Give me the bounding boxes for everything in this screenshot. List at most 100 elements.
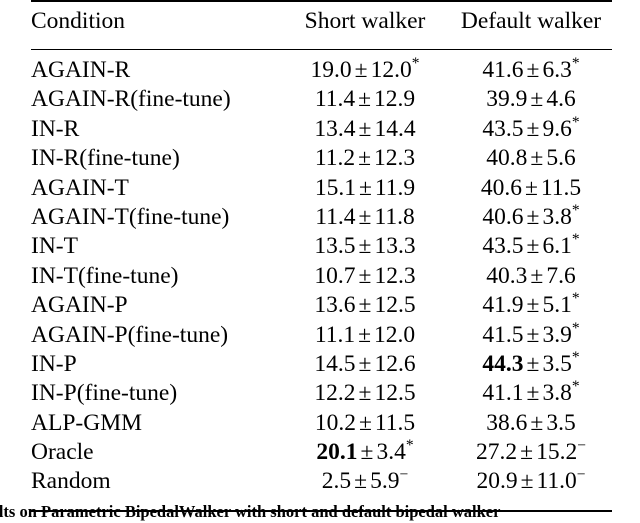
plus-minus-sign: ±: [530, 86, 544, 113]
value-mean: 13.5: [314, 233, 356, 260]
cell-default-walker: 39.9 ±4.6: [450, 88, 612, 117]
value-cell: 41.6 ±6.3*: [482, 56, 579, 83]
value-std: 12.0: [370, 57, 412, 83]
significance-marker: *: [571, 55, 580, 73]
value-mean: 43.5: [482, 115, 524, 142]
value-std: 11.8: [374, 203, 415, 230]
table-row: AGAIN-P 13.6 ±12.5 41.9 ±5.1*: [31, 291, 612, 323]
value-cell: 41.1 ±3.8*: [482, 379, 579, 407]
value-std: 6.1: [542, 233, 572, 260]
cell-short-walker: 15.1 ±11.9: [280, 174, 450, 206]
value-cell: 20.9 ±11.0−: [476, 466, 586, 495]
plus-minus-sign: ±: [358, 380, 372, 407]
table-row: IN-P 14.5 ±12.6 44.3 ±3.5*: [31, 350, 612, 382]
cell-default-walker: 44.3 ±3.5*: [450, 350, 612, 382]
value-std: 5.6: [546, 145, 576, 172]
row-label-condition: Oracle: [31, 439, 94, 466]
column-header-short-walker: Short walker: [304, 8, 426, 34]
table-row: IN-P(fine-tune) 12.2 ±12.5 41.1 ±3.8*: [31, 379, 612, 411]
significance-marker: *: [571, 231, 580, 249]
plus-minus-sign: ±: [358, 292, 372, 319]
value-cell: 14.5 ±12.6: [314, 350, 416, 377]
value-mean: 40.6: [480, 174, 522, 201]
table-header-row: Condition Short walker Default walker: [31, 2, 612, 50]
value-mean: 13.4: [314, 115, 356, 142]
value-std: 14.4: [374, 115, 416, 142]
value-std: 12.0: [374, 321, 416, 348]
plus-minus-sign: ±: [354, 57, 368, 83]
cell-short-walker: 11.4 ±12.9: [280, 88, 450, 117]
plus-minus-sign: ±: [358, 409, 372, 436]
plus-minus-sign: ±: [358, 86, 372, 113]
value-mean: 41.1: [482, 380, 524, 407]
table-row: IN-R 13.4 ±14.4 43.5 ±9.6*: [31, 115, 612, 147]
value-std: 6.3: [542, 57, 572, 83]
plus-minus-sign: ±: [526, 380, 540, 407]
value-mean: 11.4: [315, 203, 356, 230]
value-std: 11.5: [540, 174, 582, 201]
cell-default-walker: 27.2 ±15.2−: [450, 438, 612, 470]
value-cell: 11.1 ±12.0: [314, 321, 416, 348]
value-std: 5.9: [370, 468, 400, 495]
value-mean: 10.2: [314, 409, 356, 436]
cell-default-walker: 40.6 ±3.8*: [450, 203, 612, 235]
plus-minus-sign: ±: [530, 145, 544, 172]
value-std: 5.1: [542, 292, 572, 319]
plus-minus-sign: ±: [358, 350, 372, 377]
value-std: 13.3: [374, 233, 416, 260]
value-std: 11.9: [374, 174, 416, 201]
significance-marker: −: [576, 466, 586, 484]
value-std: 12.5: [374, 292, 416, 319]
value-cell: 44.3 ±3.5*: [482, 350, 579, 377]
cell-default-walker: 41.5 ±3.9*: [450, 320, 612, 353]
value-cell: 15.1 ±11.9: [315, 174, 416, 201]
row-label-condition: IN-T(fine-tune): [31, 262, 179, 289]
value-cell: 11.2 ±12.3: [315, 146, 415, 171]
value-mean: 40.3: [486, 262, 528, 289]
row-label-condition: IN-T: [31, 233, 78, 260]
value-std: 12.6: [374, 350, 416, 377]
plus-minus-sign: ±: [358, 203, 372, 230]
significance-marker: *: [411, 55, 420, 73]
value-mean: 13.6: [314, 292, 356, 319]
plus-minus-sign: ±: [526, 203, 540, 230]
plus-minus-sign: ±: [526, 233, 540, 260]
table-row: Oracle 20.1 ±3.4* 27.2 ±15.2−: [31, 438, 612, 470]
value-std: 4.6: [546, 86, 576, 113]
value-mean: 40.6: [482, 203, 524, 230]
plus-minus-sign: ±: [360, 439, 374, 466]
value-cell: 39.9 ±4.6: [486, 88, 575, 112]
cell-short-walker: 13.6 ±12.5: [280, 292, 450, 323]
value-cell: 20.1 ±3.4*: [316, 438, 413, 466]
cell-short-walker: 13.5 ±13.3: [280, 235, 450, 264]
table-figure-page: Condition Short walker Default walker AG…: [0, 0, 640, 523]
value-mean: 41.9: [482, 292, 524, 319]
significance-marker: −: [577, 437, 586, 455]
column-header-condition: Condition: [31, 8, 126, 34]
table-row: IN-T 13.5 ±13.3 43.5 ±6.1*: [31, 231, 612, 264]
cell-default-walker: 43.5 ±6.1*: [450, 231, 612, 264]
significance-marker: *: [571, 202, 580, 220]
plus-minus-sign: ±: [358, 233, 372, 260]
value-mean: 20.1: [316, 439, 358, 466]
value-cell: 40.6 ±11.5: [480, 174, 582, 201]
cell-short-walker: 12.2 ±12.5: [280, 382, 450, 411]
value-std: 12.3: [374, 262, 416, 289]
table-header: Condition Short walker Default walker: [31, 0, 612, 50]
significance-marker: *: [571, 378, 580, 396]
value-mean: 41.6: [482, 57, 524, 83]
value-cell: 40.3 ±7.6: [486, 262, 575, 289]
significance-marker: *: [571, 319, 580, 337]
value-mean: 11.1: [314, 321, 356, 348]
plus-minus-sign: ±: [520, 468, 534, 495]
value-mean: 43.5: [482, 233, 524, 260]
value-mean: 12.2: [314, 380, 356, 407]
significance-marker: −: [399, 466, 409, 484]
figure-caption-text: Results on Parametric BipedalWalker with…: [0, 505, 501, 521]
cell-short-walker: 11.1 ±12.0: [280, 321, 450, 353]
cell-default-walker: 41.1 ±3.8*: [450, 379, 612, 411]
row-label-condition: IN-R(fine-tune): [31, 145, 180, 172]
value-cell: 2.5 ±5.9−: [322, 466, 409, 495]
table-row: AGAIN-T 15.1 ±11.9 40.6 ±11.5: [31, 174, 612, 206]
value-cell: 11.4 ±11.8: [315, 203, 415, 230]
